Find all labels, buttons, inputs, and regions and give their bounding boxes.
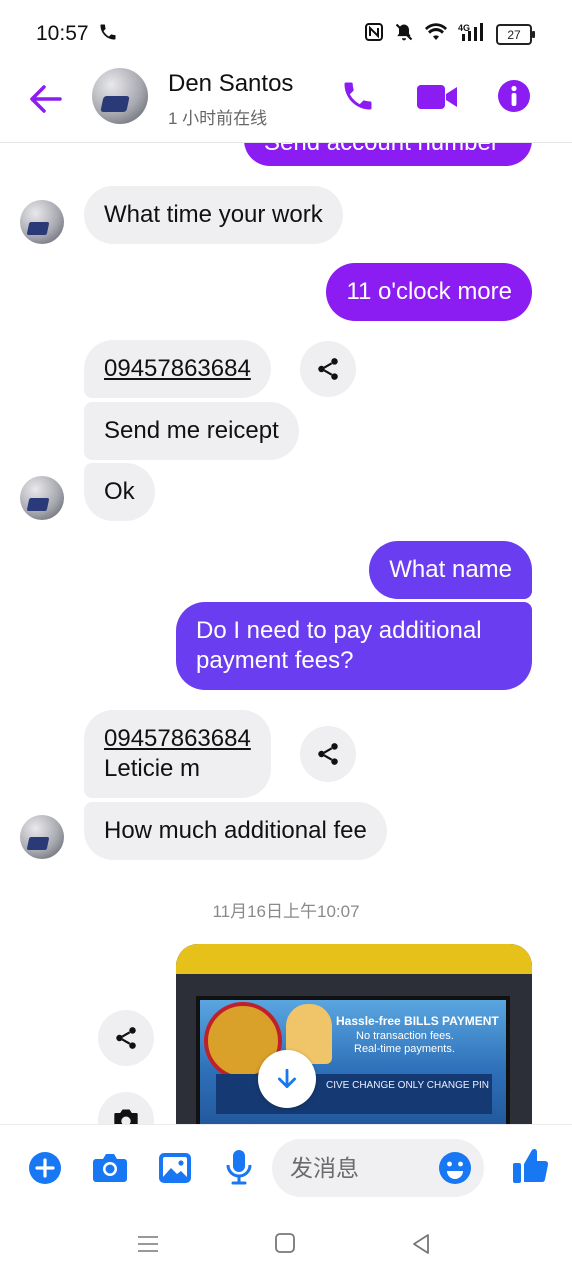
message-text: What time your work	[104, 201, 323, 228]
message-bubble-outgoing[interactable]: Do I need to pay additional payment fees…	[176, 602, 532, 690]
status-bar: 10:57 4G 27	[0, 0, 572, 66]
share-button[interactable]	[98, 1010, 154, 1066]
message-bubble-incoming[interactable]: 09457863684 Leticie m	[84, 710, 271, 798]
status-time: 10:57	[36, 22, 89, 45]
info-icon[interactable]	[496, 78, 532, 119]
nfc-icon	[364, 22, 384, 47]
back-icon[interactable]	[410, 1232, 432, 1261]
video-icon[interactable]	[416, 82, 458, 117]
photo-text: CIVE CHANGE ONLY CHANGE PIN	[326, 1080, 489, 1091]
phone-number-link[interactable]: 09457863684	[104, 724, 251, 754]
message-bubble-incoming[interactable]: What time your work	[84, 186, 343, 244]
message-text: Ok	[104, 478, 135, 505]
arrow-down-icon	[278, 1068, 296, 1088]
share-icon	[318, 743, 338, 765]
message-text: payment fees?	[196, 647, 354, 674]
avatar[interactable]	[20, 476, 64, 520]
avatar[interactable]	[20, 815, 64, 859]
share-button[interactable]	[300, 726, 356, 782]
camera-icon	[114, 1109, 138, 1124]
share-icon	[116, 1027, 136, 1049]
4g-signal-icon: 4G	[458, 22, 486, 47]
back-arrow-icon[interactable]	[28, 84, 62, 119]
contact-name[interactable]: Den Santos	[168, 70, 293, 98]
phone-call-icon	[98, 22, 118, 47]
contact-last-active: 1 小时前在线	[168, 109, 268, 128]
conversation-header: Den Santos 1 小时前在线	[0, 66, 572, 143]
photo-text: Hassle-free BILLS PAYMENT	[336, 1014, 499, 1028]
share-icon	[318, 358, 338, 380]
thumbs-up-icon[interactable]	[512, 1147, 549, 1190]
system-nav-bar	[0, 1212, 572, 1280]
photo-text: No transaction fees.	[356, 1030, 454, 1042]
emoji-icon[interactable]	[438, 1151, 472, 1190]
camera-icon[interactable]	[92, 1153, 128, 1188]
message-text: Send account number	[264, 142, 499, 156]
menu-icon[interactable]	[136, 1232, 160, 1261]
phone-icon[interactable]	[340, 78, 376, 119]
message-text: Do I need to pay additional	[196, 617, 482, 644]
photo-attachment[interactable]: Hassle-free BILLS PAYMENT No transaction…	[176, 944, 532, 1124]
battery-icon: 27	[496, 24, 535, 45]
photo-frame	[176, 944, 532, 974]
plus-icon[interactable]	[28, 1151, 62, 1190]
mic-icon[interactable]	[226, 1149, 252, 1190]
message-text: How much additional fee	[104, 817, 367, 844]
wifi-icon	[424, 22, 448, 47]
message-list[interactable]: Send account number What time your work …	[0, 142, 572, 1124]
share-button[interactable]	[300, 341, 356, 397]
message-bubble-incoming[interactable]: How much additional fee	[84, 802, 387, 860]
scroll-to-bottom-button[interactable]	[258, 1050, 316, 1108]
message-text: Leticie m	[104, 755, 201, 782]
message-text: Send me reicept	[104, 417, 279, 444]
message-bubble-outgoing[interactable]: Send account number	[244, 142, 532, 166]
phone-number-link[interactable]: 09457863684	[104, 355, 251, 382]
message-bubble-incoming[interactable]: Send me reicept	[84, 402, 299, 460]
message-bubble-incoming[interactable]: Ok	[84, 463, 155, 521]
message-bubble-outgoing[interactable]: 11 o'clock more	[326, 263, 532, 321]
avatar[interactable]	[20, 200, 64, 244]
message-timestamp: 11月16日上午10:07	[212, 902, 360, 921]
gallery-icon[interactable]	[158, 1152, 192, 1189]
status-icons: 4G 27	[364, 22, 535, 47]
photo-text: Real-time payments.	[354, 1043, 455, 1055]
message-bubble-incoming[interactable]: 09457863684	[84, 340, 271, 398]
save-photo-button[interactable]	[98, 1092, 154, 1124]
message-text: What name	[389, 556, 512, 583]
message-composer	[0, 1124, 572, 1213]
mute-bell-icon	[394, 22, 414, 47]
contact-avatar[interactable]	[92, 68, 148, 124]
message-bubble-outgoing[interactable]: What name	[369, 541, 532, 599]
home-icon[interactable]	[274, 1232, 296, 1259]
message-text: 11 o'clock more	[346, 278, 512, 305]
